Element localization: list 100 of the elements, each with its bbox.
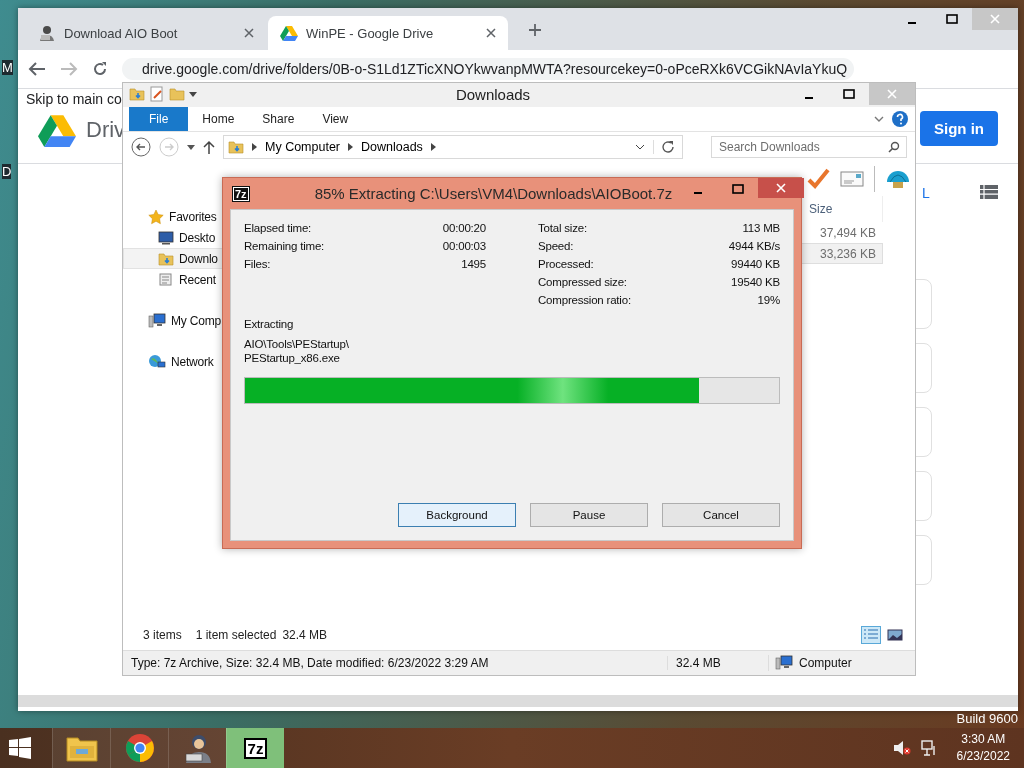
sevenzip-logo: 7z	[243, 737, 268, 759]
stat-value: 1495	[460, 258, 486, 272]
address-field[interactable]: My Computer Downloads	[223, 135, 683, 159]
chrome-icon	[124, 733, 155, 763]
folder-icon	[65, 734, 98, 762]
muted-speaker-icon[interactable]	[892, 740, 911, 756]
properties-icon[interactable]	[149, 86, 165, 102]
status-location: Computer	[799, 656, 852, 670]
stat-label: Processed:	[538, 258, 595, 272]
close-icon	[990, 14, 1000, 24]
dialog-button[interactable]: Background	[398, 503, 516, 527]
file-path: AIO\Tools\PEStartup\	[244, 337, 350, 351]
clock-time: 3:30 AM	[961, 731, 1006, 748]
stat-value: 113 MB	[741, 222, 780, 236]
downloads-folder-icon	[228, 139, 244, 155]
item-count: 3 items	[143, 628, 182, 642]
list-view-icon[interactable]	[980, 185, 998, 199]
status-details: Type: 7z Archive, Size: 32.4 MB, Date modified: 6/23/2022 3:29 AM	[130, 656, 490, 670]
nav-item[interactable]: Favorites	[123, 206, 224, 227]
breadcrumb-item[interactable]: Downloads	[361, 140, 423, 154]
windows-logo-icon	[9, 737, 31, 759]
stat-label: Total size:	[538, 222, 588, 236]
nav-item[interactable]: Downlo	[123, 248, 225, 269]
computer-icon	[148, 312, 166, 329]
back-icon[interactable]	[28, 61, 46, 77]
star-icon	[148, 208, 164, 225]
view-button[interactable]	[885, 626, 905, 644]
stat-label: Remaining time:	[244, 240, 326, 254]
dropdown-icon[interactable]	[187, 143, 195, 151]
ribbon-tab[interactable]: File	[129, 107, 189, 131]
file-path: PEStartup_x86.exe	[244, 351, 341, 365]
desktop-icon-label: D	[2, 164, 12, 179]
status-text: Extracting	[244, 318, 295, 330]
nav-item[interactable]: Network	[123, 351, 221, 372]
drive-logo-icon	[38, 113, 76, 147]
browser-tab[interactable]: WinPE - Google Drive	[268, 16, 508, 50]
minimize-icon	[804, 97, 814, 99]
skip-link[interactable]: Skip to main co	[26, 91, 122, 107]
address-bar[interactable]: drive.google.com/drive/folders/0B-o-S1Ld1ZTicXNOYkwvanpMWTA?resourcekey=0-oPceRXk6VCGikNAvIaYkuQ	[122, 58, 854, 80]
downloads-folder-icon	[158, 250, 174, 267]
computer-icon	[775, 655, 793, 671]
sign-in-button[interactable]: Sign in	[920, 111, 998, 146]
desktop-icon-label: M	[2, 60, 13, 75]
browser-tab[interactable]: Download AIO Boot	[26, 16, 266, 50]
nav-item[interactable]: Recent	[123, 269, 223, 290]
chevron-icon	[348, 143, 354, 151]
taskbar-app[interactable]	[168, 728, 226, 768]
horizontal-scrollbar[interactable]	[18, 695, 1018, 707]
dialog-title: 85% Extracting C:\Users\VM4\Downloads\AIOBoot.7z	[313, 185, 673, 202]
stat-label: Speed:	[538, 240, 575, 254]
taskbar-app[interactable]: 7z	[226, 728, 284, 768]
sevenzip-logo: 7z	[233, 186, 249, 201]
window-title: Downloads	[454, 85, 532, 103]
stat-label: Elapsed time:	[244, 222, 313, 236]
checkmark-icon[interactable]	[806, 167, 830, 191]
reload-icon[interactable]	[92, 61, 108, 77]
stat-label: Compressed size:	[538, 276, 628, 290]
person-avatar-icon	[38, 24, 56, 42]
monitor-icon	[158, 230, 174, 245]
stat-label: Files:	[244, 258, 272, 272]
close-button[interactable]	[758, 178, 805, 198]
close-icon	[887, 89, 897, 99]
chevron-icon	[252, 143, 257, 151]
ribbon-tab[interactable]: Share	[248, 107, 309, 131]
id-card-icon[interactable]	[840, 170, 864, 188]
up-arrow-icon[interactable]	[203, 140, 215, 154]
ribbon-tab[interactable]: Home	[188, 107, 249, 131]
stat-label: Compression ratio:	[538, 294, 632, 308]
plus-icon	[528, 23, 542, 37]
dialog-button[interactable]: Pause	[530, 503, 648, 527]
new-folder-icon	[169, 86, 185, 102]
dropdown-icon[interactable]	[635, 143, 645, 151]
close-icon[interactable]	[486, 28, 496, 38]
stat-value: 4944 KB/s	[728, 240, 780, 254]
taskbar-app[interactable]	[52, 728, 110, 768]
minimize-icon	[693, 192, 704, 194]
dropdown-icon[interactable]	[189, 90, 197, 98]
close-icon	[776, 183, 787, 193]
network-icon[interactable]	[920, 740, 937, 756]
taskbar-app[interactable]	[110, 728, 168, 768]
ribbon-tab[interactable]: View	[308, 107, 363, 131]
column-header: L	[922, 185, 930, 201]
status-size: 32.4 MB	[667, 656, 768, 670]
recent-places-icon	[158, 271, 174, 288]
clock-date: 6/23/2022	[956, 748, 1010, 765]
chevron-icon	[430, 143, 436, 151]
network-globe-icon	[148, 353, 166, 370]
breadcrumb-item[interactable]: My Computer	[265, 140, 341, 154]
nav-item[interactable]: Deskto	[123, 227, 223, 248]
back-icon[interactable]	[131, 137, 151, 157]
stat-value: 19540 KB	[730, 276, 780, 290]
search-field[interactable]: Search Downloads	[711, 136, 907, 158]
selection-size: 32.4 MB	[282, 628, 328, 642]
search-icon	[888, 141, 900, 153]
thumbnail-view-icon	[887, 628, 903, 642]
close-icon[interactable]	[244, 28, 254, 38]
stat-value: 19%	[756, 294, 780, 308]
dialog-button[interactable]: Cancel	[662, 503, 780, 527]
minimize-icon	[907, 22, 917, 24]
maximize-icon	[732, 184, 745, 194]
